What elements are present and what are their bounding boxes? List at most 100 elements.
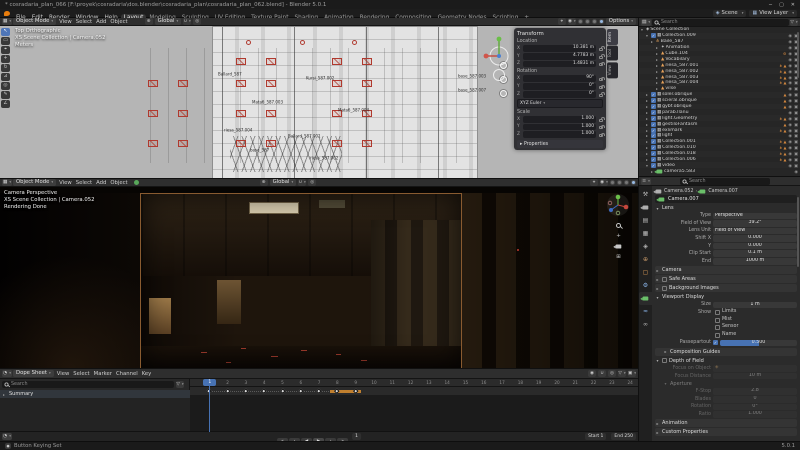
close-button[interactable]: ✕: [791, 2, 795, 8]
camera-view-frame[interactable]: [140, 193, 462, 368]
properties-tab-scene[interactable]: ◈: [639, 240, 652, 253]
checkbox-checked[interactable]: ✓: [651, 104, 656, 110]
location-x-field[interactable]: 10.381 m: [523, 45, 596, 52]
hide-viewport-icon[interactable]: ◉: [788, 104, 792, 109]
tool-select-box[interactable]: ▭: [1, 37, 10, 45]
value-y[interactable]: 0.000: [713, 242, 797, 250]
checkbox-checked[interactable]: ✓: [651, 98, 656, 104]
hide-viewport-icon[interactable]: ◉: [788, 45, 792, 50]
panel-camera[interactable]: ▸ Camera: [655, 266, 797, 275]
checkbox-checked[interactable]: ✓: [651, 145, 656, 151]
frame-ruler[interactable]: 123456789101112131415161718192021222324: [190, 379, 638, 387]
checkbox-unchecked[interactable]: [662, 358, 667, 364]
summary-channel[interactable]: ▸ Summary: [0, 390, 190, 398]
properties-tab-render[interactable]: [639, 201, 652, 214]
tool-cursor[interactable]: ⌖: [1, 46, 10, 54]
menu-view[interactable]: View: [57, 19, 74, 25]
tool-annotate[interactable]: ✎: [1, 91, 10, 99]
disable-render-icon[interactable]: ▣: [794, 157, 798, 162]
expand-icon[interactable]: ▸: [656, 57, 660, 62]
properties-editor[interactable]: ≡ Search ⚒ ▤ ▦ ◈ ⊕ ▢ ⚙ ≈ ∞ Camera.052 › Camera.0…: [638, 176, 800, 441]
collapse-icon[interactable]: ▾: [646, 33, 650, 38]
hide-viewport-icon[interactable]: ◉: [788, 69, 792, 74]
minimize-button[interactable]: ─: [769, 2, 772, 8]
value-ratio[interactable]: 1.000: [713, 411, 797, 418]
material-preview-icon[interactable]: [133, 180, 139, 185]
shading-solid-icon[interactable]: [584, 19, 590, 24]
tool-rotate[interactable]: ↻: [1, 64, 10, 72]
properties-tab-physics[interactable]: ≈: [639, 305, 652, 318]
options-dropdown[interactable]: Options: [605, 18, 636, 25]
shading-rendered-icon[interactable]: [598, 19, 604, 24]
value-clip-start[interactable]: 0.1 m: [713, 250, 797, 258]
menu-select[interactable]: Select: [74, 180, 94, 186]
value-focus-distance[interactable]: 10 m: [713, 372, 797, 380]
disable-render-icon[interactable]: ▣: [794, 98, 798, 103]
collapse-icon[interactable]: ▾: [641, 27, 645, 32]
menu-add[interactable]: Add: [94, 180, 108, 186]
expand-icon[interactable]: ▸: [646, 157, 650, 162]
panel-background-images[interactable]: ▸ Background Images: [655, 284, 797, 293]
expand-icon[interactable]: ▸: [656, 86, 660, 91]
menu-key[interactable]: Key: [140, 371, 154, 377]
hide-viewport-icon[interactable]: ◉: [788, 163, 792, 168]
hide-viewport-icon[interactable]: ◉: [788, 139, 792, 144]
outliner-row-camera5-583[interactable]: ▸ camera5.583 ◉: [639, 168, 800, 174]
hide-viewport-icon[interactable]: ◉: [788, 122, 792, 127]
location-z-field[interactable]: 1.4831 m: [523, 60, 596, 68]
lock-icon[interactable]: [599, 61, 605, 67]
panel-safe-areas[interactable]: ▸ Safe Areas: [655, 275, 797, 284]
checkbox-unchecked[interactable]: [662, 276, 667, 282]
playhead[interactable]: [209, 379, 211, 432]
channel-filter-icon[interactable]: ▽: [176, 381, 184, 388]
lock-icon[interactable]: [599, 117, 605, 122]
value-end[interactable]: 1000 m: [713, 258, 797, 265]
blender-logo-icon[interactable]: [4, 10, 10, 16]
lock-icon[interactable]: [599, 124, 605, 130]
check-mist[interactable]: Mist: [713, 317, 797, 324]
menu-select[interactable]: Select: [74, 19, 94, 25]
checkbox-checked[interactable]: ✓: [651, 92, 656, 98]
expand-icon[interactable]: ▸: [3, 392, 7, 397]
dope-sheet-mode-dropdown[interactable]: Dope Sheet: [13, 370, 54, 377]
expand-icon[interactable]: ▸: [646, 98, 650, 103]
hide-viewport-icon[interactable]: ◉: [788, 57, 792, 62]
check-sensor[interactable]: Sensor: [713, 324, 797, 331]
channel-search-input[interactable]: Search: [2, 381, 174, 388]
mode-dropdown[interactable]: Object Mode: [13, 18, 57, 25]
hide-viewport-icon[interactable]: ◉: [788, 116, 792, 121]
disable-render-icon[interactable]: ▣: [794, 104, 798, 109]
orientation-globe-icon[interactable]: ⊕: [144, 18, 153, 25]
expand-icon[interactable]: ▸: [646, 122, 650, 127]
hide-viewport-icon[interactable]: ◉: [788, 128, 792, 133]
gizmo-toggle-icon[interactable]: ⌖: [557, 18, 566, 25]
rotation-y-field[interactable]: 0°: [523, 83, 596, 90]
disable-render-icon[interactable]: ▣: [794, 163, 798, 168]
overlays-toggle-icon[interactable]: ◉: [567, 18, 576, 25]
properties-tab-object[interactable]: ▢: [639, 266, 652, 279]
hide-viewport-icon[interactable]: ◉: [788, 63, 792, 68]
disable-render-icon[interactable]: ▣: [794, 128, 798, 133]
orientation-globe-icon[interactable]: ⊕: [259, 179, 268, 186]
disable-render-icon[interactable]: ▣: [794, 80, 798, 85]
proportional-edit-icon[interactable]: ◎: [308, 179, 317, 186]
expand-icon[interactable]: ▸: [656, 45, 660, 50]
lock-icon[interactable]: [599, 76, 605, 82]
hide-viewport-icon[interactable]: ◉: [788, 33, 792, 38]
checkbox-unchecked[interactable]: [715, 310, 720, 316]
lock-icon[interactable]: [599, 132, 605, 138]
checkbox-checked[interactable]: ✓: [651, 162, 656, 168]
expand-icon[interactable]: ▸: [646, 116, 650, 121]
value-field-of-view[interactable]: 39.2°: [713, 220, 797, 227]
lock-icon[interactable]: [599, 46, 605, 51]
expand-icon[interactable]: ▸: [656, 69, 660, 74]
disable-render-icon[interactable]: ▣: [794, 133, 798, 138]
expand-icon[interactable]: ▸: [646, 133, 650, 138]
checkbox-checked[interactable]: ✓: [651, 127, 656, 133]
check-name[interactable]: Name: [713, 332, 797, 339]
disable-render-icon[interactable]: ▣: [794, 86, 798, 91]
dropdown-lens-unit[interactable]: Field of View: [713, 227, 797, 235]
expand-icon[interactable]: ▸: [646, 110, 650, 115]
expand-icon[interactable]: ▸: [646, 104, 650, 109]
tool-scale[interactable]: ⊿: [1, 73, 10, 81]
